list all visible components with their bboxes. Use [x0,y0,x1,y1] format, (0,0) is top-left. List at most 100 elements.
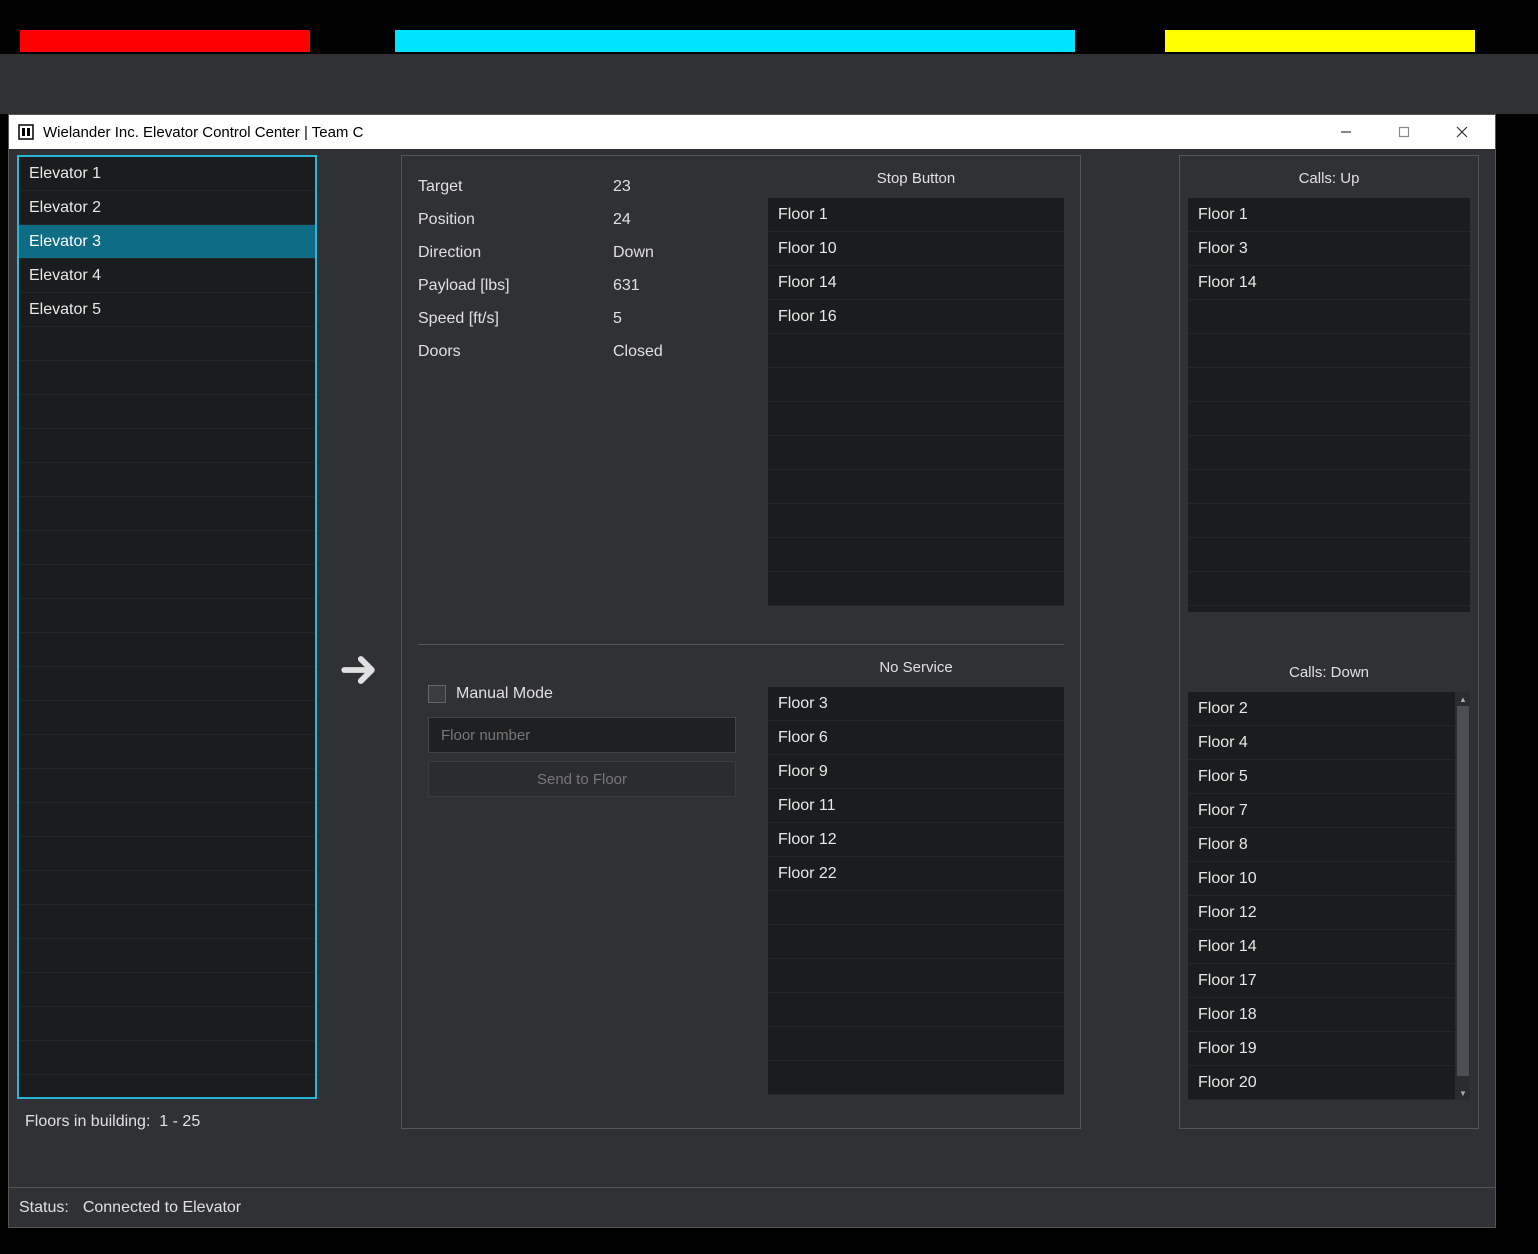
app-icon [17,123,35,141]
elevator-list-item[interactable]: Elevator 3 [19,225,315,259]
elevator-list-item[interactable] [19,463,315,497]
list-item[interactable]: Floor 14 [768,266,1064,300]
list-item[interactable]: Floor 4 [1188,726,1470,760]
list-item[interactable] [768,368,1064,402]
list-item[interactable]: Floor 9 [768,755,1064,789]
info-label: Target [418,178,613,196]
list-item[interactable] [768,1027,1064,1061]
elevator-list-item[interactable]: Elevator 1 [19,157,315,191]
elevator-list-item[interactable] [19,531,315,565]
list-item[interactable] [1188,538,1470,572]
elevator-list-item[interactable] [19,973,315,1007]
list-item[interactable]: Floor 7 [1188,794,1470,828]
close-button[interactable] [1433,115,1491,149]
list-item[interactable]: Floor 10 [768,232,1064,266]
list-item[interactable]: Floor 6 [768,721,1064,755]
list-item[interactable] [768,1061,1064,1095]
elevator-list-item[interactable] [19,429,315,463]
info-label: Doors [418,343,613,361]
list-item[interactable] [768,572,1064,606]
elevator-list-item[interactable] [19,905,315,939]
list-item[interactable]: Floor 14 [1188,930,1470,964]
list-item[interactable]: Floor 1 [768,198,1064,232]
elevator-list-item[interactable] [19,633,315,667]
send-to-floor-button[interactable]: Send to Floor [428,761,736,797]
elevator-list-item[interactable] [19,871,315,905]
list-item[interactable] [768,925,1064,959]
elevator-list-item[interactable] [19,395,315,429]
list-item[interactable]: Floor 3 [1188,232,1470,266]
scrollbar-thumb[interactable] [1457,706,1469,1076]
elevator-list-item[interactable] [19,769,315,803]
elevator-list-item[interactable] [19,701,315,735]
list-item[interactable] [1188,470,1470,504]
calls-down-list[interactable]: Floor 2Floor 4Floor 5Floor 7Floor 8Floor… [1188,692,1470,1100]
list-item[interactable] [1188,504,1470,538]
elevator-list-item[interactable] [19,497,315,531]
top-black-strip [0,0,1538,30]
elevator-list-item[interactable] [19,939,315,973]
info-value: 631 [613,277,640,295]
elevator-list-item[interactable] [19,837,315,871]
elevator-list-item[interactable] [19,1041,315,1075]
list-item[interactable] [768,538,1064,572]
floor-number-input[interactable] [428,717,736,753]
list-item[interactable]: Floor 18 [1188,998,1470,1032]
list-item[interactable] [1188,572,1470,606]
list-item[interactable] [768,959,1064,993]
list-item[interactable]: Floor 14 [1188,266,1470,300]
list-item[interactable]: Floor 12 [768,823,1064,857]
titlebar[interactable]: Wielander Inc. Elevator Control Center |… [9,115,1495,149]
list-item[interactable]: Floor 8 [1188,828,1470,862]
no-service-list[interactable]: Floor 3Floor 6Floor 9Floor 11Floor 12Flo… [768,687,1064,1095]
info-label: Direction [418,244,613,262]
manual-mode-checkbox[interactable] [428,685,446,703]
elevator-list-item[interactable] [19,1007,315,1041]
elevator-list-item[interactable] [19,599,315,633]
yellow-bar [1165,30,1475,52]
maximize-button[interactable] [1375,115,1433,149]
list-item[interactable] [1188,334,1470,368]
calls-up-list[interactable]: Floor 1Floor 3Floor 14 [1188,198,1470,612]
list-item[interactable]: Floor 11 [768,789,1064,823]
elevator-list-item[interactable] [19,565,315,599]
list-item[interactable] [768,436,1064,470]
calls-down-header: Calls: Down [1188,664,1470,686]
list-item[interactable] [768,504,1064,538]
elevator-list-item[interactable]: Elevator 4 [19,259,315,293]
list-item[interactable]: Floor 10 [1188,862,1470,896]
scrollbar[interactable]: ▲ ▼ [1454,692,1470,1100]
list-item[interactable] [1188,436,1470,470]
app-window: Wielander Inc. Elevator Control Center |… [8,114,1496,1228]
list-item[interactable] [1188,368,1470,402]
list-item[interactable]: Floor 17 [1188,964,1470,998]
elevator-list-item[interactable] [19,735,315,769]
list-item[interactable]: Floor 16 [768,300,1064,334]
list-item[interactable]: Floor 1 [1188,198,1470,232]
list-item[interactable]: Floor 19 [1188,1032,1470,1066]
list-item[interactable] [768,993,1064,1027]
stop-button-list[interactable]: Floor 1Floor 10Floor 14Floor 16 [768,198,1064,606]
list-item[interactable]: Floor 2 [1188,692,1470,726]
list-item[interactable] [1188,402,1470,436]
scroll-up-icon[interactable]: ▲ [1455,692,1471,706]
elevator-list-item[interactable]: Elevator 2 [19,191,315,225]
elevator-list-item[interactable] [19,327,315,361]
list-item[interactable] [768,891,1064,925]
list-item[interactable] [768,334,1064,368]
minimize-button[interactable] [1317,115,1375,149]
list-item[interactable]: Floor 20 [1188,1066,1470,1100]
elevator-list-item[interactable]: Elevator 5 [19,293,315,327]
scroll-down-icon[interactable]: ▼ [1455,1086,1471,1100]
elevator-list-item[interactable] [19,803,315,837]
list-item[interactable] [768,402,1064,436]
list-item[interactable]: Floor 5 [1188,760,1470,794]
elevator-list-item[interactable] [19,361,315,395]
list-item[interactable]: Floor 3 [768,687,1064,721]
list-item[interactable]: Floor 12 [1188,896,1470,930]
elevator-list[interactable]: Elevator 1Elevator 2Elevator 3Elevator 4… [17,155,317,1099]
list-item[interactable]: Floor 22 [768,857,1064,891]
elevator-list-item[interactable] [19,667,315,701]
list-item[interactable] [768,470,1064,504]
list-item[interactable] [1188,300,1470,334]
